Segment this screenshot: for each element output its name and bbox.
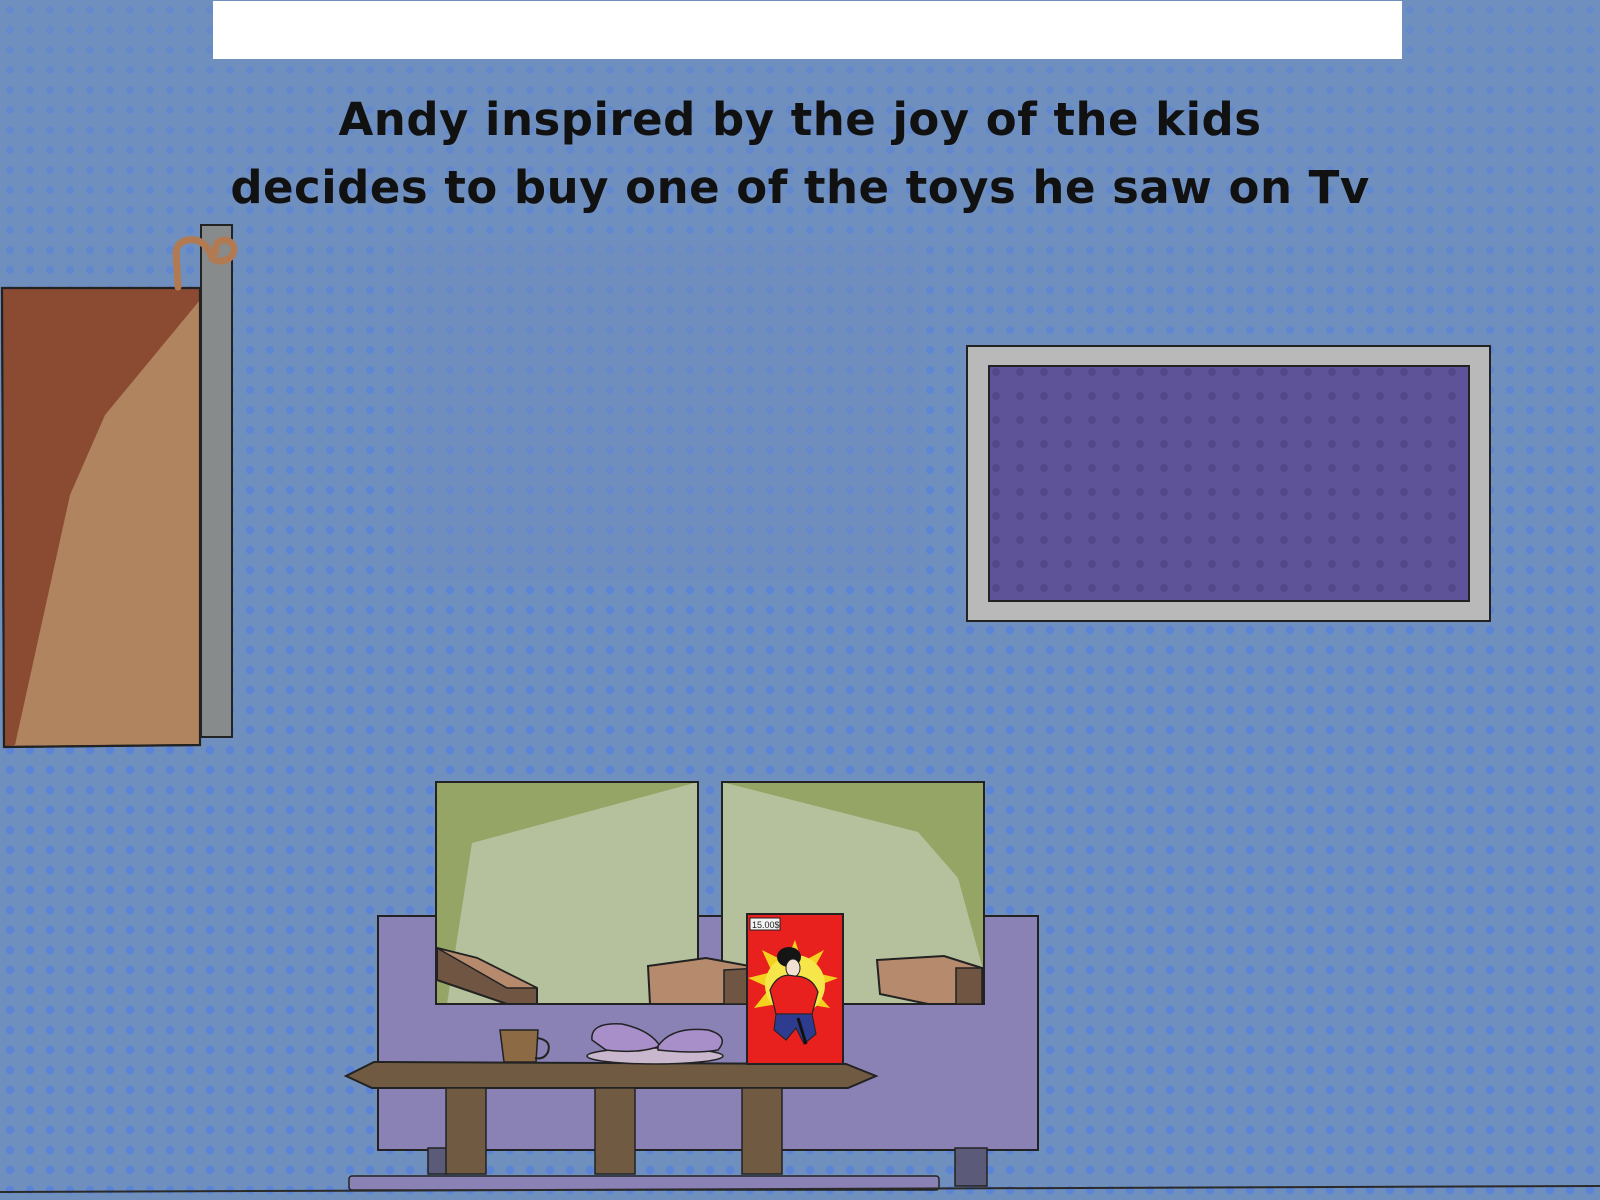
tv [966,345,1491,622]
door [0,224,238,749]
price-tag-label: 15.00$ [752,920,780,930]
caption-line-2: decides to buy one of the toys he saw on… [230,161,1370,214]
caption-box: Andy inspired by the joy of the kids dec… [180,86,1420,222]
comic-panel: 15.00$ Andy inspired by the joy of the k… [0,0,1600,1200]
caption-line-1: Andy inspired by the joy of the kids [338,93,1262,146]
toy-box: 15.00$ [746,913,844,1065]
top-banner [213,1,1402,59]
